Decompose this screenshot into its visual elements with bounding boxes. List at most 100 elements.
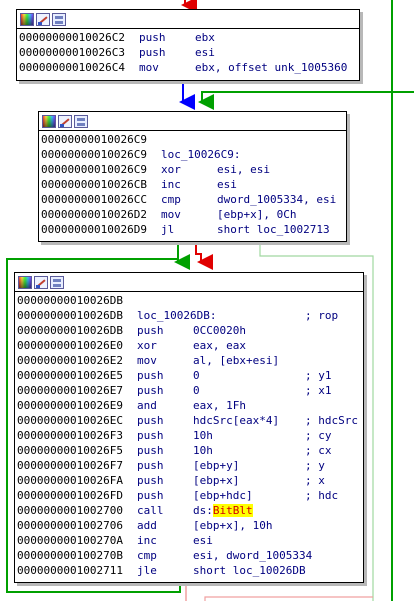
address: 00000000010026E7 — [17, 384, 123, 397]
operand: [ebp+hdc] — [193, 488, 253, 503]
node-color-icon[interactable] — [18, 275, 32, 289]
edge-block2-block3-false — [195, 241, 213, 270]
rename-pen-icon[interactable] — [36, 12, 50, 26]
operand-text: [ebp+x], 10h — [193, 519, 273, 532]
mnemonic: push — [139, 31, 166, 44]
comment: ; cy — [305, 429, 332, 442]
instruction-row[interactable]: 00000000010026C3 push esi — [17, 45, 359, 60]
address: 00000000010026CC — [41, 193, 147, 206]
instruction-row[interactable]: 00000000010026E2 mov al, [ebx+esi] — [15, 353, 363, 368]
instruction-row[interactable]: 00000000010026EC push hdcSrc[eax*4] ; hdcSr… — [15, 413, 363, 428]
operand-text: [ebp+x], 0Ch — [217, 208, 297, 221]
operand-text: 0 — [193, 384, 200, 397]
instruction-row[interactable]: 00000000010026E5 push 0 ; y1 — [15, 368, 363, 383]
address: 00000000010026C3 — [19, 46, 125, 59]
code-label: loc_10026DB: — [137, 309, 217, 322]
code-block-1[interactable]: 00000000010026C2 push ebx 00000000010026C3 p… — [16, 9, 360, 81]
address: 00000000010026E9 — [17, 399, 123, 412]
instruction-row[interactable]: 00000000010026FD push [ebp+hdc] ; hdc — [15, 488, 363, 503]
highlighted-symbol[interactable]: BitBlt — [212, 504, 253, 517]
mnemonic: push — [137, 489, 164, 502]
instruction-row[interactable]: 00000000010026C4 mov ebx, offset unk_10053… — [17, 60, 359, 75]
address: 00000000010026E0 — [17, 339, 123, 352]
operand-text: hdcSrc[eax*4] — [193, 414, 280, 427]
rename-pen-icon[interactable] — [34, 275, 48, 289]
mnemonic: mov — [161, 208, 181, 221]
mnemonic: push — [137, 384, 164, 397]
mnemonic: mov — [139, 61, 159, 74]
operand-text: ebx, offset unk_1005360 — [195, 61, 348, 74]
mnemonic: xor — [161, 163, 181, 176]
address: 00000000010026FD — [17, 489, 123, 502]
operand: esi, dword_1005334 — [193, 548, 312, 563]
instruction-row[interactable]: 00000000010026C9 — [39, 132, 346, 147]
operand: ebx — [195, 30, 215, 45]
node-color-icon[interactable] — [20, 12, 34, 26]
operand-text: 10h — [193, 429, 213, 442]
instruction-row[interactable]: 00000000010026C9 loc_10026C9: — [39, 147, 346, 162]
mnemonic: push — [137, 429, 164, 442]
mnemonic: jle — [137, 564, 157, 577]
instruction-row[interactable]: 000000000100270A inc esi — [15, 533, 363, 548]
instruction-row[interactable]: 0000000001002700 call ds:BitBlt — [15, 503, 363, 518]
address: 00000000010026EC — [17, 414, 123, 427]
instruction-list: 00000000010026C2 push ebx 00000000010026C3 p… — [17, 29, 359, 75]
comment: ; hdcSrc — [305, 414, 358, 427]
instruction-row[interactable]: 00000000010026FA push [ebp+x] ; x — [15, 473, 363, 488]
operand-text: esi — [217, 178, 237, 191]
instruction-row[interactable]: 00000000010026CC cmp dword_1005334, esi — [39, 192, 346, 207]
mnemonic: push — [137, 474, 164, 487]
operand: 10h — [193, 443, 213, 458]
comment: ; x1 — [305, 384, 332, 397]
instruction-row[interactable]: 00000000010026C9 xor esi, esi — [39, 162, 346, 177]
instruction-row[interactable]: 00000000010026F3 push 10h ; cy — [15, 428, 363, 443]
instruction-row[interactable]: 00000000010026C2 push ebx — [17, 30, 359, 45]
comment: ; hdc — [305, 489, 339, 502]
instruction-row[interactable]: 00000000010026F5 push 10h ; cx — [15, 443, 363, 458]
node-toolbar — [17, 10, 359, 29]
operand: esi — [217, 177, 237, 192]
instruction-row[interactable]: 0000000001002706 add [ebp+x], 10h — [15, 518, 363, 533]
mnemonic: inc — [137, 534, 157, 547]
instruction-row[interactable]: 00000000010026DB loc_10026DB: ; rop — [15, 308, 363, 323]
instruction-row[interactable]: 00000000010026D2 mov [ebp+x], 0Ch — [39, 207, 346, 222]
mnemonic: add — [137, 519, 157, 532]
code-block-3[interactable]: 00000000010026DB 00000000010026DB loc_1002… — [14, 272, 364, 583]
address: 00000000010026DB — [17, 324, 123, 337]
mnemonic: push — [137, 324, 164, 337]
node-toolbar — [39, 112, 346, 131]
operand-text: short loc_10026DB — [193, 564, 306, 577]
graph-view-icon[interactable] — [52, 12, 66, 26]
instruction-row[interactable]: 00000000010026E9 and eax, 1Fh — [15, 398, 363, 413]
graph-view-icon[interactable] — [74, 114, 88, 128]
instruction-row[interactable]: 00000000010026DB — [15, 293, 363, 308]
operand-text: esi, esi — [217, 163, 270, 176]
operand: [ebp+x], 10h — [193, 518, 272, 533]
operand-text: al, [ebx+esi] — [193, 354, 280, 367]
instruction-row[interactable]: 00000000010026F7 push [ebp+y] ; y — [15, 458, 363, 473]
graph-view-icon[interactable] — [50, 275, 64, 289]
comment: ; y1 — [305, 369, 332, 382]
operand-text: ds: — [193, 504, 213, 517]
instruction-row[interactable]: 00000000010026CB inc esi — [39, 177, 346, 192]
operand: al, [ebx+esi] — [193, 353, 279, 368]
address: 00000000010026DB — [17, 309, 123, 322]
node-color-icon[interactable] — [42, 114, 56, 128]
instruction-row[interactable]: 000000000100270B cmp esi, dword_1005334 — [15, 548, 363, 563]
operand-text: esi, dword_1005334 — [193, 549, 313, 562]
instruction-row[interactable]: 00000000010026DB push 0CC0020h — [15, 323, 363, 338]
instruction-row[interactable]: 0000000001002711 jle short loc_10026DB — [15, 563, 363, 578]
operand-text: eax, 1Fh — [193, 399, 246, 412]
comment: ; y — [305, 459, 325, 472]
mnemonic: push — [137, 444, 164, 457]
mnemonic: jl — [161, 223, 175, 236]
code-block-2[interactable]: 00000000010026C9 00000000010026C9 loc_1002… — [38, 111, 347, 242]
operand: ds:BitBlt — [193, 503, 253, 518]
address: 00000000010026D9 — [41, 223, 147, 236]
instruction-row[interactable]: 00000000010026D9 jl short loc_1002713 — [39, 222, 346, 237]
rename-pen-icon[interactable] — [58, 114, 72, 128]
mnemonic: xor — [137, 339, 157, 352]
instruction-row[interactable]: 00000000010026E0 xor eax, eax — [15, 338, 363, 353]
operand: 0CC0020h — [193, 323, 246, 338]
instruction-row[interactable]: 00000000010026E7 push 0 ; x1 — [15, 383, 363, 398]
